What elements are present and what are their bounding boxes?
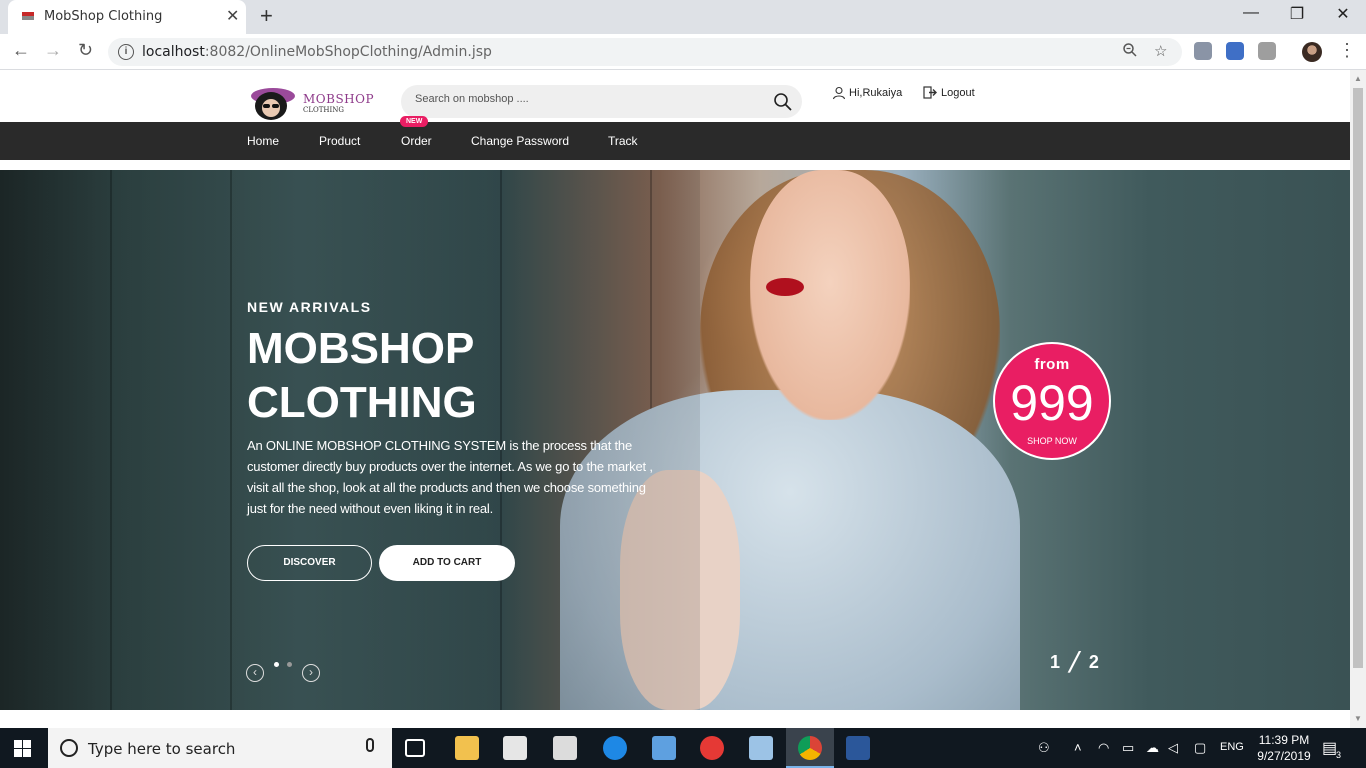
scroll-thumb[interactable]: [1353, 88, 1363, 668]
windows-start-icon[interactable]: [14, 740, 31, 757]
device-icon[interactable]: ▢: [1194, 740, 1206, 756]
main-navigation: Home Product NEW Order Change Password T…: [0, 116, 1350, 160]
model-face-shape: [750, 170, 910, 420]
discover-button[interactable]: DISCOVER: [247, 545, 372, 581]
hero-title-line2: CLOTHING: [247, 378, 477, 427]
extension-cube-icon[interactable]: [1226, 42, 1244, 60]
clock-time: 11:39 PM: [1258, 733, 1310, 747]
browser-tab[interactable]: MobShop Clothing ✕: [8, 0, 246, 34]
taskbar-active-app[interactable]: [786, 728, 834, 768]
price-badge[interactable]: from 999 SHOP NOW: [993, 342, 1111, 460]
onedrive-icon[interactable]: ☁: [1146, 740, 1159, 756]
slide-dot-active[interactable]: [274, 662, 279, 667]
taskbar-search-box[interactable]: Type here to search: [48, 728, 392, 768]
new-tab-button[interactable]: +: [260, 3, 273, 29]
notification-center-icon[interactable]: ▤: [1322, 738, 1337, 758]
new-badge: NEW: [400, 116, 429, 127]
logo-subtext: CLOTHING: [303, 106, 344, 114]
hero-title: MOBSHOP CLOTHING: [247, 322, 667, 430]
opera-icon[interactable]: [700, 736, 724, 760]
logout-label: Logout: [941, 86, 975, 99]
close-window-button[interactable]: ✕: [1320, 4, 1366, 24]
logout-icon: [923, 86, 937, 99]
extension-shield-icon[interactable]: [1194, 42, 1212, 60]
search-input[interactable]: [415, 93, 755, 105]
page-scrollbar[interactable]: ▲ ▼: [1350, 70, 1366, 728]
wifi-icon[interactable]: ◠: [1098, 740, 1109, 756]
tab-close-icon[interactable]: ✕: [226, 6, 239, 26]
tab-title: MobShop Clothing: [44, 9, 163, 24]
chrome-icon: [798, 736, 822, 760]
notification-count: 3: [1336, 750, 1342, 760]
hero-slider: NEW ARRIVALS MOBSHOP CLOTHING An ONLINE …: [0, 170, 1350, 710]
browser-toolbar: ← → ↻ i localhost:8082/OnlineMobShopClot…: [0, 34, 1366, 70]
logo-hat-icon: [251, 88, 295, 120]
microphone-icon[interactable]: [366, 738, 374, 752]
computer-icon[interactable]: [652, 736, 676, 760]
forward-arrow-icon[interactable]: →: [44, 40, 62, 61]
language-indicator[interactable]: ENG: [1220, 741, 1244, 753]
address-bar[interactable]: i localhost:8082/OnlineMobShopClothing/A…: [108, 38, 1182, 66]
taskbar-search-placeholder: Type here to search: [88, 740, 236, 758]
search-icon[interactable]: [773, 92, 793, 112]
bookmark-star-icon[interactable]: ☆: [1154, 42, 1167, 60]
battery-icon[interactable]: ▭: [1122, 740, 1134, 756]
logout-link[interactable]: Logout: [923, 86, 975, 99]
user-greeting: Hi,Rukaiya: [849, 87, 903, 99]
extension-camera-icon[interactable]: [1258, 42, 1276, 60]
price-value: 999: [1010, 375, 1094, 431]
cortana-icon: [60, 739, 78, 757]
people-icon[interactable]: ⚇: [1038, 740, 1050, 756]
slide-dot[interactable]: [287, 662, 292, 667]
nav-item-product[interactable]: Product: [319, 134, 360, 148]
nav-item-change-password[interactable]: Change Password: [471, 134, 569, 148]
nav-item-home[interactable]: Home: [247, 134, 279, 148]
user-account-link[interactable]: Hi,Rukaiya: [832, 86, 902, 100]
add-to-cart-button[interactable]: ADD TO CART: [379, 545, 515, 581]
store-icon[interactable]: [503, 736, 527, 760]
zoom-icon[interactable]: [1122, 42, 1138, 62]
slide-next-icon[interactable]: ›: [302, 664, 320, 682]
mail-icon[interactable]: [553, 736, 577, 760]
windows-taskbar: Type here to search ⚇ ˄ ◠ ▭ ☁ ◁ ▢ ENG 11…: [0, 728, 1366, 768]
site-logo[interactable]: MOBSHOP CLOTHING: [247, 84, 377, 122]
site-favicon-icon: [22, 12, 34, 20]
hero-title-line1: MOBSHOP: [247, 324, 475, 373]
minimize-button[interactable]: —: [1228, 4, 1274, 22]
model-lips-shape: [766, 278, 804, 296]
nav-item-order[interactable]: Order: [401, 134, 432, 148]
maximize-button[interactable]: ❐: [1274, 4, 1320, 24]
url-path: :8082/OnlineMobShopClothing/Admin.jsp: [204, 44, 492, 60]
url-text[interactable]: localhost:8082/OnlineMobShopClothing/Adm…: [142, 44, 492, 60]
virtualbox-icon[interactable]: [749, 736, 773, 760]
price-from-label: from: [1034, 356, 1070, 373]
user-icon: [832, 86, 846, 100]
system-clock[interactable]: 11:39 PM 9/27/2019: [1254, 732, 1314, 764]
url-host: localhost: [142, 44, 205, 60]
site-search-bar: [401, 85, 802, 118]
volume-icon[interactable]: ◁: [1168, 740, 1178, 756]
word-icon[interactable]: [846, 736, 870, 760]
browser-menu-icon[interactable]: ⋮: [1338, 40, 1356, 61]
logo-text: MOBSHOP: [303, 92, 375, 106]
slide-counter: 1 ╱ 2: [1050, 652, 1101, 672]
hero-eyebrow: NEW ARRIVALS: [247, 299, 372, 315]
site-info-icon[interactable]: i: [118, 44, 134, 60]
scroll-up-arrow-icon[interactable]: ▲: [1354, 74, 1362, 83]
file-explorer-icon[interactable]: [455, 736, 479, 760]
scroll-down-arrow-icon[interactable]: ▼: [1354, 714, 1362, 723]
slide-prev-icon[interactable]: ‹: [246, 664, 264, 682]
back-arrow-icon[interactable]: ←: [12, 40, 30, 61]
edge-icon[interactable]: [603, 736, 627, 760]
shop-now-label: SHOP NOW: [1027, 436, 1077, 446]
browser-tabbar: MobShop Clothing ✕ + — ❐ ✕: [0, 0, 1366, 34]
tray-chevron-up-icon[interactable]: ˄: [1074, 740, 1082, 755]
profile-avatar[interactable]: [1302, 42, 1322, 62]
task-view-icon[interactable]: [405, 739, 425, 757]
web-page: MOBSHOP CLOTHING Hi,Rukaiya Logout Home …: [0, 70, 1350, 728]
nav-item-track[interactable]: Track: [608, 134, 638, 148]
hero-description: An ONLINE MOBSHOP CLOTHING SYSTEM is the…: [247, 438, 653, 516]
clock-date: 9/27/2019: [1257, 749, 1311, 763]
reload-icon[interactable]: ↻: [78, 40, 93, 61]
